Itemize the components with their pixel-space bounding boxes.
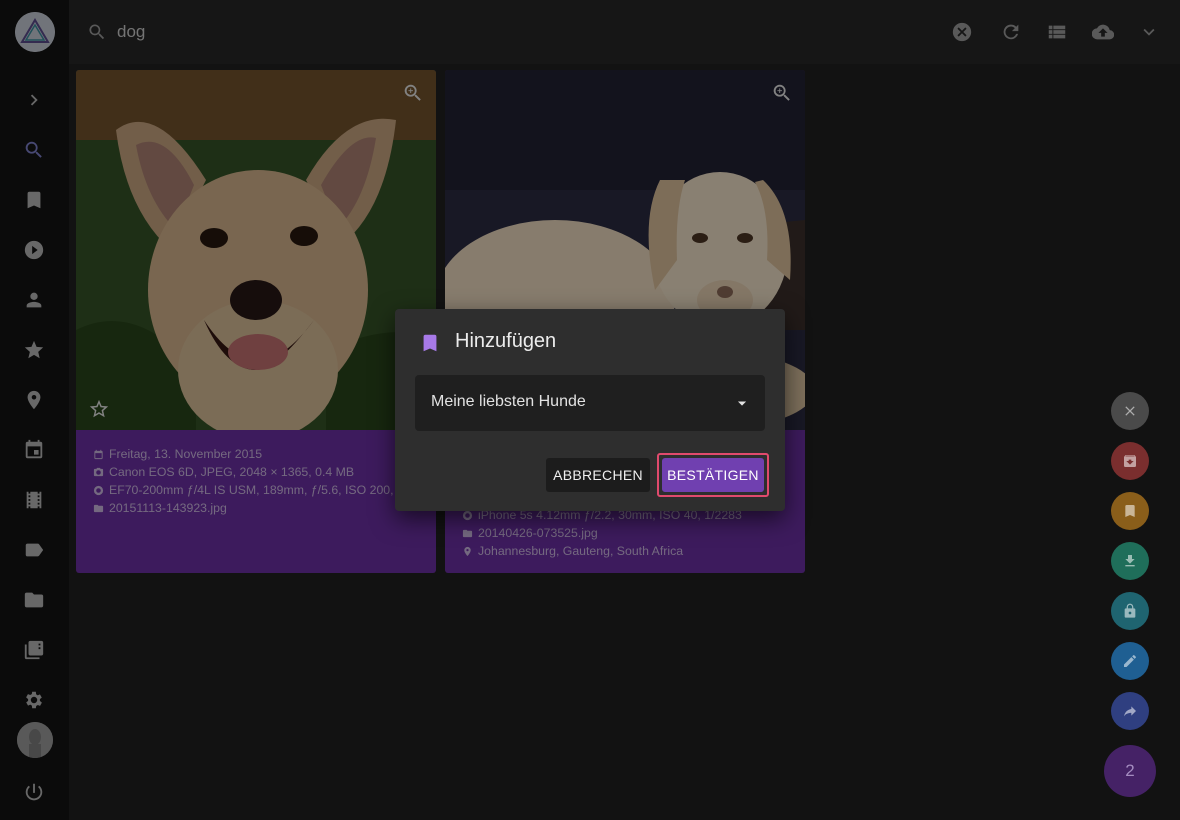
album-select-value: Meine liebsten Hunde xyxy=(431,393,586,410)
clear-selection-button[interactable] xyxy=(1111,392,1149,430)
close-icon xyxy=(1125,406,1135,416)
selection-count-button[interactable]: 2 xyxy=(1104,745,1156,797)
private-button[interactable] xyxy=(1111,592,1149,630)
bookmark-icon xyxy=(419,331,441,355)
share-arrow-icon xyxy=(1124,706,1136,717)
archive-icon xyxy=(1124,455,1136,467)
download-icon xyxy=(1125,555,1135,567)
bookmark-icon xyxy=(1125,505,1135,517)
add-to-album-dialog: Hinzufügen Meine liebsten Hunde ABBRECHE… xyxy=(395,309,785,511)
confirm-button[interactable]: BESTÄTIGEN xyxy=(662,458,764,492)
lock-icon xyxy=(1124,603,1136,618)
dialog-title: Hinzufügen xyxy=(455,330,557,352)
album-select[interactable]: Meine liebsten Hunde xyxy=(415,375,765,431)
share-button[interactable] xyxy=(1111,692,1149,730)
selection-count: 2 xyxy=(1125,761,1135,780)
download-button[interactable] xyxy=(1111,542,1149,580)
confirm-button-highlight: BESTÄTIGEN xyxy=(657,453,769,497)
pencil-icon xyxy=(1124,655,1136,667)
dropdown-caret-icon xyxy=(735,397,749,411)
cancel-button[interactable]: ABBRECHEN xyxy=(546,458,650,492)
add-to-album-button[interactable] xyxy=(1111,492,1149,530)
edit-button[interactable] xyxy=(1111,642,1149,680)
archive-button[interactable] xyxy=(1111,442,1149,480)
